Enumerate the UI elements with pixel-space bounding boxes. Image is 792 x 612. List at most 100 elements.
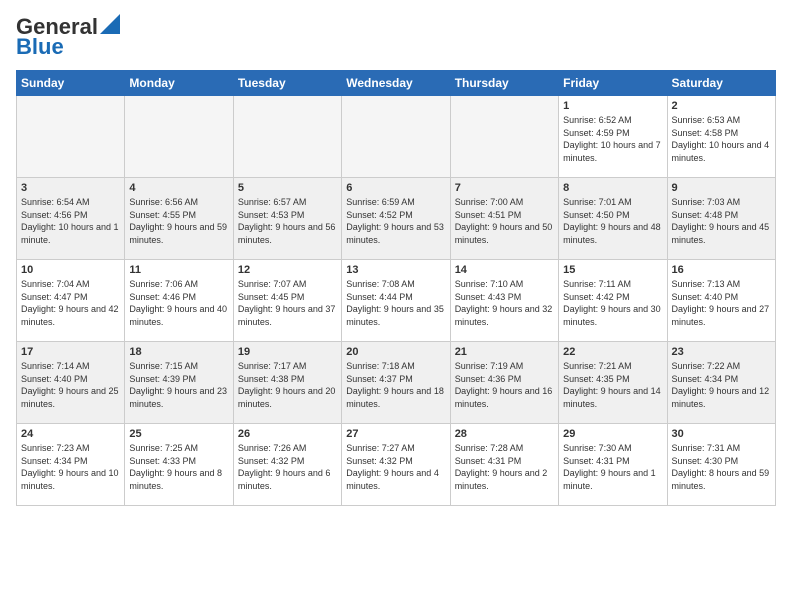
calendar-cell: 17 Sunrise: 7:14 AM Sunset: 4:40 PM Dayli… (17, 342, 125, 424)
day-info: Sunrise: 7:19 AM Sunset: 4:36 PM Dayligh… (455, 360, 554, 410)
calendar-cell (233, 96, 341, 178)
week-row-1: 1 Sunrise: 6:52 AM Sunset: 4:59 PM Daylig… (17, 96, 776, 178)
calendar-cell: 30 Sunrise: 7:31 AM Sunset: 4:30 PM Dayli… (667, 424, 775, 506)
day-number: 25 (129, 428, 228, 440)
day-info: Sunrise: 7:17 AM Sunset: 4:38 PM Dayligh… (238, 360, 337, 410)
day-info: Sunrise: 7:06 AM Sunset: 4:46 PM Dayligh… (129, 278, 228, 328)
day-number: 17 (21, 346, 120, 358)
day-info: Sunrise: 7:28 AM Sunset: 4:31 PM Dayligh… (455, 442, 554, 492)
calendar-cell: 12Sunrise: 7:07 AM Sunset: 4:45 PM Dayli… (233, 260, 341, 342)
day-info: Sunrise: 7:07 AM Sunset: 4:45 PM Dayligh… (238, 278, 337, 328)
day-number: 26 (238, 428, 337, 440)
weekday-header-friday: Friday (559, 71, 667, 96)
calendar-cell: 15 Sunrise: 7:11 AM Sunset: 4:42 PM Dayli… (559, 260, 667, 342)
calendar-cell: 24 Sunrise: 7:23 AM Sunset: 4:34 PM Dayli… (17, 424, 125, 506)
week-row-3: 10 Sunrise: 7:04 AM Sunset: 4:47 PM Dayli… (17, 260, 776, 342)
day-info: Sunrise: 7:27 AM Sunset: 4:32 PM Dayligh… (346, 442, 445, 492)
day-number: 5 (238, 182, 337, 194)
calendar-cell: 14 Sunrise: 7:10 AM Sunset: 4:43 PM Dayli… (450, 260, 558, 342)
page-header: General Blue (16, 16, 776, 58)
day-info: Sunrise: 7:01 AM Sunset: 4:50 PM Dayligh… (563, 196, 662, 246)
calendar-cell: 25 Sunrise: 7:25 AM Sunset: 4:33 PM Dayli… (125, 424, 233, 506)
day-info: Sunrise: 7:21 AM Sunset: 4:35 PM Dayligh… (563, 360, 662, 410)
calendar-cell: 13Sunrise: 7:08 AM Sunset: 4:44 PM Dayli… (342, 260, 450, 342)
day-number: 18 (129, 346, 228, 358)
calendar-cell: 18 Sunrise: 7:15 AM Sunset: 4:39 PM Dayli… (125, 342, 233, 424)
calendar-cell: 28 Sunrise: 7:28 AM Sunset: 4:31 PM Dayli… (450, 424, 558, 506)
day-info: Sunrise: 7:00 AM Sunset: 4:51 PM Dayligh… (455, 196, 554, 246)
week-row-4: 17 Sunrise: 7:14 AM Sunset: 4:40 PM Dayli… (17, 342, 776, 424)
calendar-cell (17, 96, 125, 178)
calendar-cell: 23 Sunrise: 7:22 AM Sunset: 4:34 PM Dayli… (667, 342, 775, 424)
day-number: 16 (672, 264, 771, 276)
day-info: Sunrise: 7:04 AM Sunset: 4:47 PM Dayligh… (21, 278, 120, 328)
calendar-cell: 9Sunrise: 7:03 AM Sunset: 4:48 PM Daylig… (667, 178, 775, 260)
day-info: Sunrise: 7:15 AM Sunset: 4:39 PM Dayligh… (129, 360, 228, 410)
week-row-2: 3Sunrise: 6:54 AM Sunset: 4:56 PM Daylig… (17, 178, 776, 260)
day-number: 27 (346, 428, 445, 440)
calendar-table: SundayMondayTuesdayWednesdayThursdayFrid… (16, 70, 776, 506)
day-info: Sunrise: 7:30 AM Sunset: 4:31 PM Dayligh… (563, 442, 662, 492)
day-number: 21 (455, 346, 554, 358)
logo-blue-text: Blue (16, 36, 64, 58)
day-number: 2 (672, 100, 771, 112)
weekday-header-saturday: Saturday (667, 71, 775, 96)
day-info: Sunrise: 7:22 AM Sunset: 4:34 PM Dayligh… (672, 360, 771, 410)
weekday-header-sunday: Sunday (17, 71, 125, 96)
day-info: Sunrise: 7:23 AM Sunset: 4:34 PM Dayligh… (21, 442, 120, 492)
calendar-cell: 22 Sunrise: 7:21 AM Sunset: 4:35 PM Dayli… (559, 342, 667, 424)
calendar-cell: 27 Sunrise: 7:27 AM Sunset: 4:32 PM Dayli… (342, 424, 450, 506)
calendar-cell: 20Sunrise: 7:18 AM Sunset: 4:37 PM Dayli… (342, 342, 450, 424)
day-info: Sunrise: 7:10 AM Sunset: 4:43 PM Dayligh… (455, 278, 554, 328)
day-info: Sunrise: 6:57 AM Sunset: 4:53 PM Dayligh… (238, 196, 337, 246)
day-number: 28 (455, 428, 554, 440)
day-number: 20 (346, 346, 445, 358)
day-number: 23 (672, 346, 771, 358)
calendar-cell: 16 Sunrise: 7:13 AM Sunset: 4:40 PM Dayli… (667, 260, 775, 342)
day-info: Sunrise: 7:11 AM Sunset: 4:42 PM Dayligh… (563, 278, 662, 328)
logo-arrow-icon (100, 14, 120, 34)
day-number: 13 (346, 264, 445, 276)
calendar-cell (342, 96, 450, 178)
day-info: Sunrise: 6:56 AM Sunset: 4:55 PM Dayligh… (129, 196, 228, 246)
day-number: 1 (563, 100, 662, 112)
day-number: 6 (346, 182, 445, 194)
calendar-cell: 6 Sunrise: 6:59 AM Sunset: 4:52 PM Daylig… (342, 178, 450, 260)
day-number: 3 (21, 182, 120, 194)
weekday-header-row: SundayMondayTuesdayWednesdayThursdayFrid… (17, 71, 776, 96)
day-info: Sunrise: 6:53 AM Sunset: 4:58 PM Dayligh… (672, 114, 771, 164)
day-info: Sunrise: 6:59 AM Sunset: 4:52 PM Dayligh… (346, 196, 445, 246)
calendar-cell: 3Sunrise: 6:54 AM Sunset: 4:56 PM Daylig… (17, 178, 125, 260)
day-number: 8 (563, 182, 662, 194)
calendar-cell: 21 Sunrise: 7:19 AM Sunset: 4:36 PM Dayli… (450, 342, 558, 424)
day-number: 22 (563, 346, 662, 358)
weekday-header-monday: Monday (125, 71, 233, 96)
day-info: Sunrise: 6:52 AM Sunset: 4:59 PM Dayligh… (563, 114, 662, 164)
calendar-cell: 8 Sunrise: 7:01 AM Sunset: 4:50 PM Daylig… (559, 178, 667, 260)
day-number: 19 (238, 346, 337, 358)
day-info: Sunrise: 7:25 AM Sunset: 4:33 PM Dayligh… (129, 442, 228, 492)
weekday-header-thursday: Thursday (450, 71, 558, 96)
day-info: Sunrise: 7:13 AM Sunset: 4:40 PM Dayligh… (672, 278, 771, 328)
calendar-cell: 29 Sunrise: 7:30 AM Sunset: 4:31 PM Dayli… (559, 424, 667, 506)
day-info: Sunrise: 7:03 AM Sunset: 4:48 PM Dayligh… (672, 196, 771, 246)
day-number: 29 (563, 428, 662, 440)
week-row-5: 24 Sunrise: 7:23 AM Sunset: 4:34 PM Dayli… (17, 424, 776, 506)
day-number: 7 (455, 182, 554, 194)
day-number: 30 (672, 428, 771, 440)
calendar-cell (125, 96, 233, 178)
day-info: Sunrise: 7:14 AM Sunset: 4:40 PM Dayligh… (21, 360, 120, 410)
day-number: 10 (21, 264, 120, 276)
weekday-header-tuesday: Tuesday (233, 71, 341, 96)
calendar-cell: 10 Sunrise: 7:04 AM Sunset: 4:47 PM Dayli… (17, 260, 125, 342)
day-info: Sunrise: 7:31 AM Sunset: 4:30 PM Dayligh… (672, 442, 771, 492)
day-number: 24 (21, 428, 120, 440)
calendar-cell: 2 Sunrise: 6:53 AM Sunset: 4:58 PM Daylig… (667, 96, 775, 178)
day-number: 15 (563, 264, 662, 276)
logo: General Blue (16, 16, 120, 58)
weekday-header-wednesday: Wednesday (342, 71, 450, 96)
day-number: 11 (129, 264, 228, 276)
calendar-cell: 1 Sunrise: 6:52 AM Sunset: 4:59 PM Daylig… (559, 96, 667, 178)
day-number: 4 (129, 182, 228, 194)
day-number: 14 (455, 264, 554, 276)
